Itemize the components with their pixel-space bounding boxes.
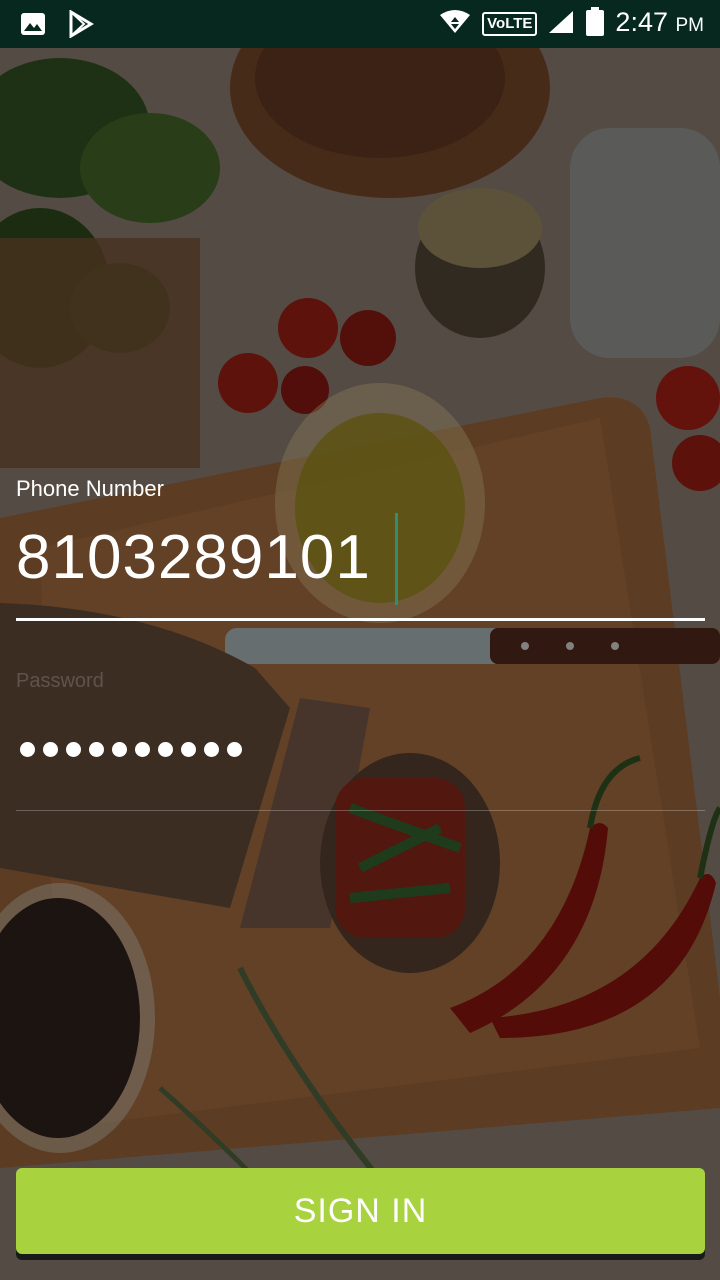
password-mask-dot — [204, 742, 219, 757]
status-bar: VoLTE 2:47 PM — [0, 0, 720, 48]
play-store-icon — [68, 9, 94, 43]
password-mask-dot — [66, 742, 81, 757]
password-mask-dot — [227, 742, 242, 757]
password-input[interactable] — [20, 742, 242, 757]
background-photo — [0, 48, 720, 1280]
password-label: Password — [16, 670, 104, 692]
phone-number-underline — [16, 618, 705, 621]
password-mask-dot — [43, 742, 58, 757]
image-icon — [20, 11, 46, 42]
volte-badge: VoLTE — [482, 12, 538, 36]
signal-icon — [547, 9, 575, 40]
password-mask-dot — [89, 742, 104, 757]
clock: 2:47 PM — [615, 4, 704, 44]
password-mask-dot — [135, 742, 150, 757]
sign-in-button[interactable]: SIGN IN — [16, 1168, 705, 1254]
password-mask-dot — [158, 742, 173, 757]
clock-time: 2:47 — [615, 7, 668, 37]
phone-number-input[interactable]: 8103289101 — [16, 522, 371, 593]
text-cursor — [395, 513, 398, 605]
battery-icon — [585, 6, 605, 42]
password-mask-dot — [20, 742, 35, 757]
clock-ampm: PM — [675, 15, 705, 36]
hotspot-icon — [438, 9, 472, 40]
password-mask-dot — [112, 742, 127, 757]
password-mask-dot — [181, 742, 196, 757]
phone-number-label: Phone Number — [16, 476, 164, 501]
password-underline — [16, 810, 705, 811]
